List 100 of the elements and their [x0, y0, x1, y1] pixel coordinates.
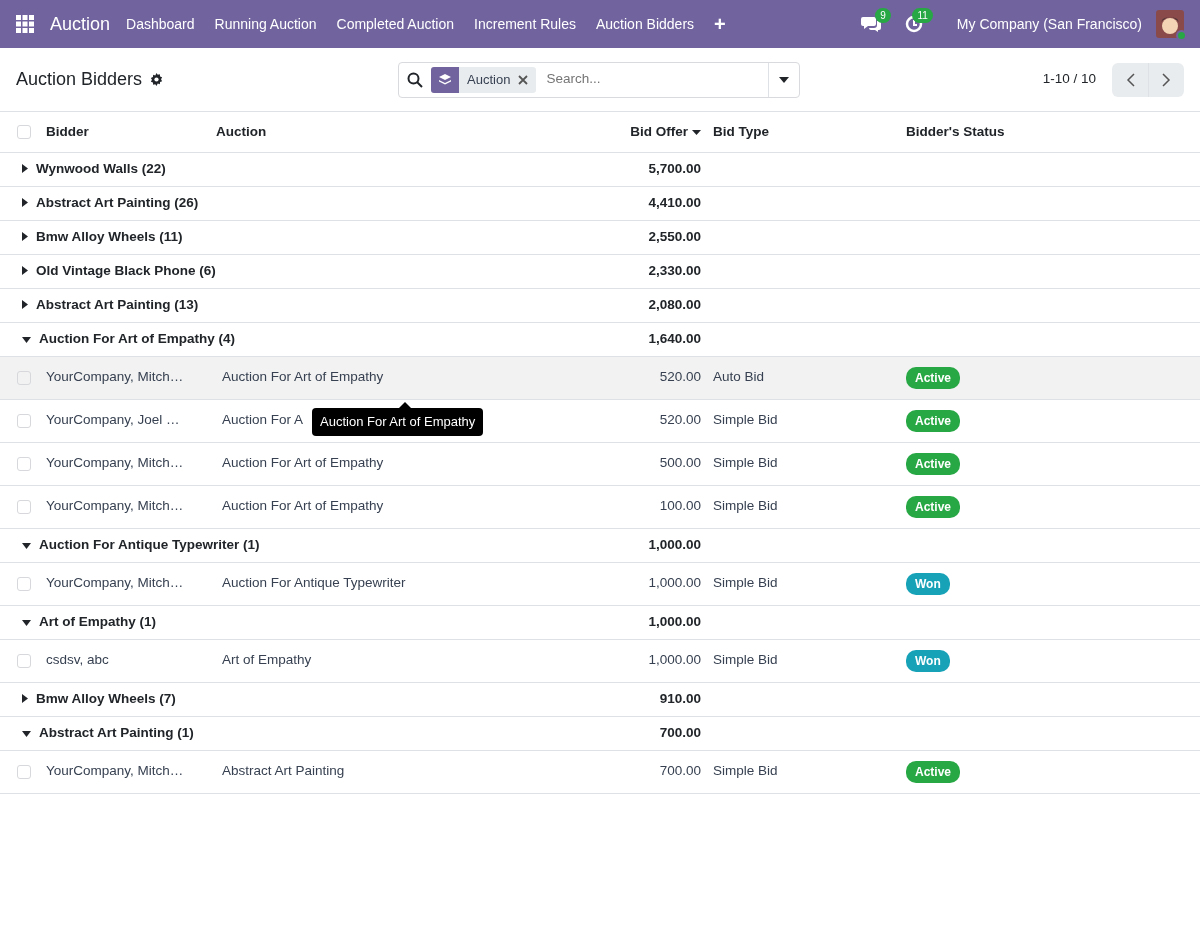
sort-descending-icon — [692, 129, 701, 135]
group-label[interactable]: Auction For Art of Empathy (4) — [39, 330, 235, 346]
group-label[interactable]: Abstract Art Painting (26) — [36, 194, 199, 210]
bid-type: Simple Bid — [713, 652, 778, 668]
group-label[interactable]: Art of Empathy (1) — [39, 613, 156, 629]
add-menu-button[interactable]: + — [704, 9, 736, 39]
bid-type: Simple Bid — [713, 575, 778, 591]
search-field[interactable]: Auction Search... — [398, 61, 800, 98]
status-badge: Active — [906, 366, 961, 389]
chevron-left-icon — [1125, 72, 1135, 87]
menu-item[interactable]: Running Auction — [204, 13, 327, 35]
status-badge: Active — [906, 760, 961, 783]
column-header[interactable]: Bidder's Status — [906, 123, 1005, 139]
row-checkbox[interactable] — [17, 653, 31, 668]
bidder-name: YourCompany, Mitch… — [46, 498, 184, 514]
message-count: 9 — [875, 7, 891, 23]
column-header[interactable]: Bidder — [46, 123, 89, 139]
menu-item[interactable]: Completed Auction — [326, 13, 465, 35]
group-total: 700.00 — [659, 724, 701, 740]
menu-item[interactable]: Auction Bidders — [586, 13, 705, 35]
collapse-caret-icon[interactable] — [22, 619, 31, 626]
status-badge: Active — [906, 495, 961, 518]
bid-type: Simple Bid — [713, 455, 778, 471]
user-avatar[interactable] — [1156, 10, 1184, 38]
row-checkbox[interactable] — [17, 456, 31, 471]
bid-type: Simple Bid — [713, 412, 778, 428]
expand-caret-icon[interactable] — [22, 197, 28, 207]
bid-type: Auto Bid — [713, 369, 765, 385]
row-checkbox[interactable] — [17, 370, 31, 385]
activity-count: 11 — [912, 7, 933, 23]
auction-name: Abstract Art Painting — [222, 763, 345, 779]
page-title: Auction Bidders — [16, 68, 143, 91]
row-checkbox[interactable] — [17, 576, 31, 591]
status-badge: Won — [906, 649, 950, 672]
expand-caret-icon[interactable] — [22, 265, 28, 275]
bid-amount: 500.00 — [659, 455, 701, 471]
group-label[interactable]: Auction For Antique Typewriter (1) — [39, 536, 260, 552]
auction-name: Auction For Art of Empathy — [222, 498, 384, 514]
auction-name: Auction For Art of Empathy — [222, 369, 384, 385]
facet-label: Auction — [466, 70, 512, 89]
status-badge: Active — [906, 409, 961, 432]
bidder-name: YourCompany, Joel … — [46, 412, 180, 428]
apps-menu-icon[interactable] — [16, 15, 34, 33]
company-switcher[interactable]: My Company (San Francisco) — [946, 13, 1152, 35]
bidder-name: YourCompany, Mitch… — [46, 455, 184, 471]
bid-amount: 1,000.00 — [648, 575, 701, 591]
menu-item[interactable]: Increment Rules — [464, 13, 586, 35]
bid-type: Simple Bid — [713, 763, 778, 779]
status-badge: Active — [906, 452, 961, 475]
menu-item[interactable]: Dashboard — [116, 13, 205, 35]
row-checkbox[interactable] — [17, 499, 31, 514]
next-page-button[interactable] — [1148, 62, 1184, 97]
group-label[interactable]: Abstract Art Painting (1) — [39, 724, 194, 740]
group-total: 2,550.00 — [648, 228, 701, 244]
group-label[interactable]: Abstract Art Painting (13) — [36, 296, 199, 312]
group-total: 1,640.00 — [648, 330, 701, 346]
row-checkbox[interactable] — [17, 413, 31, 428]
bidder-name: csdsv, abc — [46, 652, 109, 668]
column-header[interactable]: Auction — [216, 123, 267, 139]
group-total: 2,080.00 — [648, 296, 701, 312]
group-label[interactable]: Bmw Alloy Wheels (7) — [36, 690, 176, 706]
pager-value: 1-10 / 10 — [1042, 70, 1096, 89]
row-checkbox[interactable] — [17, 764, 31, 779]
expand-caret-icon[interactable] — [22, 299, 28, 309]
bid-amount: 100.00 — [659, 498, 701, 514]
group-total: 1,000.00 — [648, 536, 701, 552]
group-label[interactable]: Wynwood Walls (22) — [36, 160, 166, 176]
messages-button[interactable] — [860, 15, 881, 34]
previous-page-button[interactable] — [1112, 62, 1148, 97]
auction-name: Art of Empathy — [222, 652, 312, 668]
bidder-name: YourCompany, Mitch… — [46, 575, 184, 591]
filter-facet[interactable]: Auction — [431, 66, 537, 93]
group-label[interactable]: Bmw Alloy Wheels (11) — [36, 228, 183, 244]
bid-amount: 700.00 — [659, 763, 701, 779]
bid-amount: 520.00 — [659, 412, 701, 428]
auction-name: Auction For Antique Typewriter — [222, 575, 406, 591]
group-total: 4,410.00 — [648, 194, 701, 210]
collapse-caret-icon[interactable] — [22, 730, 31, 737]
bidder-name: YourCompany, Mitch… — [46, 763, 184, 779]
expand-caret-icon[interactable] — [22, 693, 28, 703]
expand-caret-icon[interactable] — [22, 163, 28, 173]
collapse-caret-icon[interactable] — [22, 542, 31, 549]
group-total: 910.00 — [659, 690, 701, 706]
expand-caret-icon[interactable] — [22, 231, 28, 241]
auction-name: Auction For A — [222, 412, 304, 428]
group-by-icon — [438, 72, 452, 87]
bid-amount: 520.00 — [659, 369, 701, 385]
caret-icon — [779, 76, 789, 83]
settings-icon[interactable] — [150, 73, 164, 86]
collapse-caret-icon[interactable] — [22, 336, 31, 343]
column-header[interactable]: Bid Type — [713, 123, 769, 139]
select-all-checkbox[interactable] — [17, 125, 31, 140]
column-header[interactable]: Bid Offer — [630, 123, 688, 139]
app-title[interactable]: Auction — [50, 10, 111, 38]
auction-name: Auction For Art of Empathy — [222, 455, 384, 471]
group-total: 5,700.00 — [648, 160, 701, 176]
chevron-right-icon — [1162, 72, 1171, 87]
group-label[interactable]: Old Vintage Black Phone (6) — [36, 262, 216, 278]
status-badge: Won — [906, 572, 950, 595]
tooltip-arrow — [399, 402, 411, 408]
